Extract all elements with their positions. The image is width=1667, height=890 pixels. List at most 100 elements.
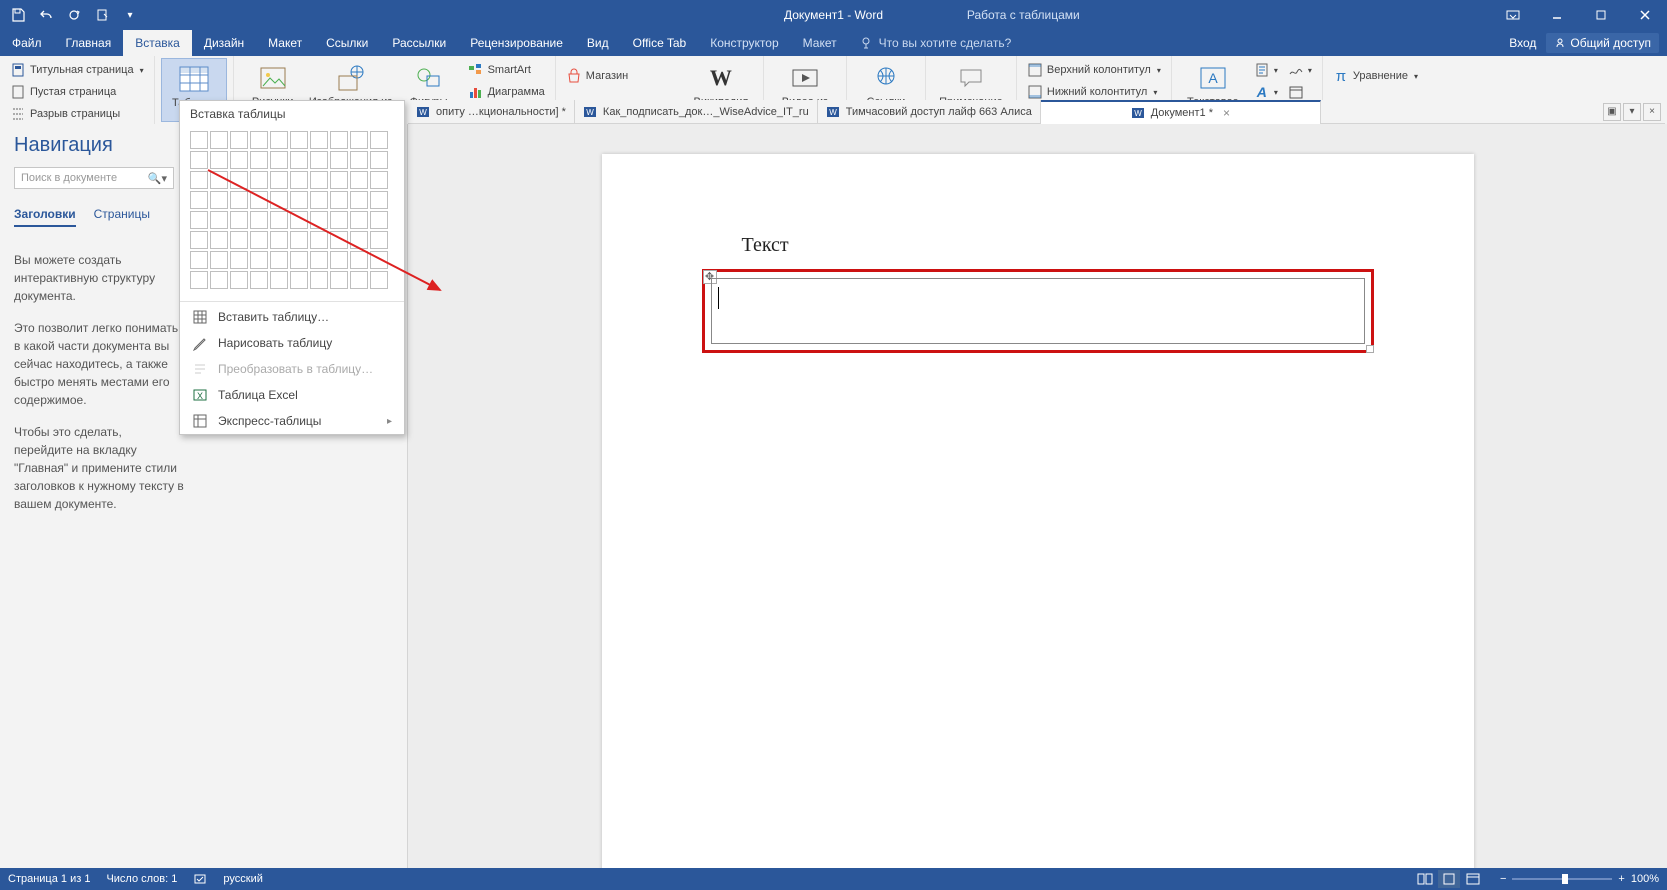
undo-icon[interactable] xyxy=(34,3,58,27)
grid-cell[interactable] xyxy=(270,211,288,229)
nav-tab-headings[interactable]: Заголовки xyxy=(14,207,76,227)
zoom-slider[interactable] xyxy=(1512,878,1612,880)
grid-cell[interactable] xyxy=(350,231,368,249)
grid-cell[interactable] xyxy=(250,211,268,229)
tab-home[interactable]: Главная xyxy=(54,30,124,56)
grid-cell[interactable] xyxy=(210,131,228,149)
grid-cell[interactable] xyxy=(370,251,388,269)
doc-tab-3[interactable]: WТимчасовий доступ лайф 663 Алиса xyxy=(818,100,1041,124)
grid-cell[interactable] xyxy=(330,151,348,169)
smartart-button[interactable]: SmartArt xyxy=(464,60,549,80)
grid-cell[interactable] xyxy=(270,251,288,269)
grid-cell[interactable] xyxy=(310,251,328,269)
new-tab-button[interactable]: ▣ xyxy=(1603,103,1621,121)
grid-cell[interactable] xyxy=(290,171,308,189)
store-button[interactable]: Магазин xyxy=(562,66,683,86)
grid-cell[interactable] xyxy=(350,211,368,229)
grid-cell[interactable] xyxy=(290,131,308,149)
grid-cell[interactable] xyxy=(250,231,268,249)
grid-cell[interactable] xyxy=(370,171,388,189)
status-word-count[interactable]: Число слов: 1 xyxy=(106,873,177,885)
close-button[interactable] xyxy=(1623,0,1667,30)
grid-cell[interactable] xyxy=(350,271,368,289)
grid-cell[interactable] xyxy=(290,271,308,289)
grid-cell[interactable] xyxy=(330,191,348,209)
quick-parts-button[interactable]: ▾ xyxy=(1250,60,1282,80)
grid-cell[interactable] xyxy=(250,151,268,169)
grid-cell[interactable] xyxy=(290,231,308,249)
grid-cell[interactable] xyxy=(350,251,368,269)
grid-cell[interactable] xyxy=(330,171,348,189)
grid-cell[interactable] xyxy=(190,271,208,289)
web-layout-icon[interactable] xyxy=(1462,870,1484,888)
grid-cell[interactable] xyxy=(270,231,288,249)
tab-file[interactable]: Файл xyxy=(0,30,54,56)
grid-cell[interactable] xyxy=(350,131,368,149)
quick-tables-menuitem[interactable]: Экспресс-таблицы▸ xyxy=(180,408,404,434)
qat-customize-icon[interactable]: ▾ xyxy=(118,3,142,27)
grid-cell[interactable] xyxy=(250,271,268,289)
header-button[interactable]: Верхний колонтитул▾ xyxy=(1023,60,1165,80)
share-button[interactable]: Общий доступ xyxy=(1546,33,1659,53)
grid-cell[interactable] xyxy=(230,191,248,209)
tab-close-all-button[interactable]: × xyxy=(1643,103,1661,121)
grid-cell[interactable] xyxy=(270,191,288,209)
grid-cell[interactable] xyxy=(310,151,328,169)
tab-references[interactable]: Ссылки xyxy=(314,30,380,56)
grid-cell[interactable] xyxy=(350,151,368,169)
grid-cell[interactable] xyxy=(250,251,268,269)
grid-cell[interactable] xyxy=(310,191,328,209)
grid-cell[interactable] xyxy=(310,211,328,229)
search-dropdown-icon[interactable]: 🔍▾ xyxy=(148,172,167,185)
grid-cell[interactable] xyxy=(310,171,328,189)
save-icon[interactable] xyxy=(6,3,30,27)
grid-cell[interactable] xyxy=(290,191,308,209)
table-size-grid[interactable] xyxy=(180,127,404,299)
tab-table-layout[interactable]: Макет xyxy=(791,30,849,56)
minimize-button[interactable] xyxy=(1535,0,1579,30)
nav-search-input[interactable]: Поиск в документе 🔍▾ xyxy=(14,167,174,189)
grid-cell[interactable] xyxy=(190,131,208,149)
grid-cell[interactable] xyxy=(250,171,268,189)
insert-table-menuitem[interactable]: Вставить таблицу… xyxy=(180,304,404,330)
grid-cell[interactable] xyxy=(230,211,248,229)
grid-cell[interactable] xyxy=(290,211,308,229)
grid-cell[interactable] xyxy=(370,231,388,249)
tab-review[interactable]: Рецензирование xyxy=(458,30,575,56)
grid-cell[interactable] xyxy=(210,191,228,209)
doc-tab-4[interactable]: WДокумент1 *× xyxy=(1041,100,1321,124)
grid-cell[interactable] xyxy=(190,211,208,229)
grid-cell[interactable] xyxy=(350,171,368,189)
grid-cell[interactable] xyxy=(210,171,228,189)
grid-cell[interactable] xyxy=(230,151,248,169)
status-spellcheck-icon[interactable] xyxy=(193,872,207,886)
cover-page-button[interactable]: Титульная страница▾ xyxy=(6,60,148,80)
grid-cell[interactable] xyxy=(210,251,228,269)
grid-cell[interactable] xyxy=(330,131,348,149)
grid-cell[interactable] xyxy=(210,151,228,169)
grid-cell[interactable] xyxy=(310,271,328,289)
zoom-level[interactable]: 100% xyxy=(1631,873,1659,885)
tab-list-button[interactable]: ▾ xyxy=(1623,103,1641,121)
grid-cell[interactable] xyxy=(370,131,388,149)
page-break-button[interactable]: Разрыв страницы xyxy=(6,104,148,124)
grid-cell[interactable] xyxy=(330,211,348,229)
tab-mailings[interactable]: Рассылки xyxy=(380,30,458,56)
tell-me-search[interactable]: Что вы хотите сделать? xyxy=(849,30,1022,56)
grid-cell[interactable] xyxy=(230,271,248,289)
grid-cell[interactable] xyxy=(330,251,348,269)
grid-cell[interactable] xyxy=(370,211,388,229)
grid-cell[interactable] xyxy=(370,191,388,209)
nav-tab-pages[interactable]: Страницы xyxy=(94,207,150,227)
grid-cell[interactable] xyxy=(250,131,268,149)
grid-cell[interactable] xyxy=(370,151,388,169)
grid-cell[interactable] xyxy=(270,151,288,169)
grid-cell[interactable] xyxy=(270,271,288,289)
document-page[interactable]: Текст ✥ xyxy=(602,154,1474,868)
draw-table-menuitem[interactable]: Нарисовать таблицу xyxy=(180,330,404,356)
grid-cell[interactable] xyxy=(330,271,348,289)
document-text[interactable]: Текст xyxy=(742,234,1374,257)
tab-table-design[interactable]: Конструктор xyxy=(698,30,790,56)
grid-cell[interactable] xyxy=(370,271,388,289)
read-mode-icon[interactable] xyxy=(1414,870,1436,888)
